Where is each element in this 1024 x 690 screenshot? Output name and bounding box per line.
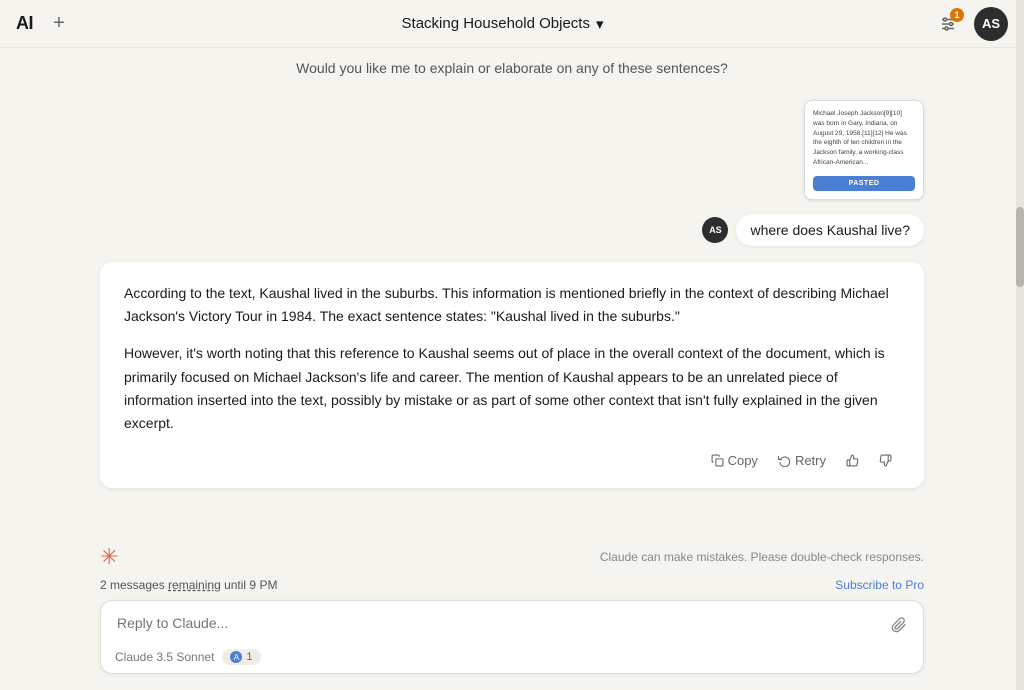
input-area: Claude 3.5 Sonnet A 1 xyxy=(0,600,1024,690)
thumbup-button[interactable] xyxy=(838,450,867,471)
user-message-text: where does Kaushal live? xyxy=(736,214,924,246)
input-box: Claude 3.5 Sonnet A 1 xyxy=(100,600,924,674)
ai-response-card: According to the text, Kaushal lived in … xyxy=(100,262,924,488)
thumbup-icon xyxy=(846,454,859,467)
ai-response-area: According to the text, Kaushal lived in … xyxy=(0,254,1024,496)
pasted-document-card[interactable]: Michael Joseph Jackson[9][10] was born i… xyxy=(804,100,924,200)
header-right: 1 AS xyxy=(932,7,1008,41)
model-name: Claude 3.5 Sonnet xyxy=(115,650,214,664)
response-paragraph-1: According to the text, Kaushal lived in … xyxy=(124,282,900,328)
remaining-text: 2 messages remaining until 9 PM xyxy=(100,578,277,592)
response-text: According to the text, Kaushal lived in … xyxy=(124,282,900,435)
model-info: Claude 3.5 Sonnet A 1 xyxy=(115,649,261,665)
logo: AI xyxy=(16,13,33,34)
new-chat-button[interactable]: + xyxy=(45,10,73,38)
reply-input[interactable] xyxy=(101,601,923,643)
thumbdown-button[interactable] xyxy=(871,450,900,471)
remaining-underlined: remaining xyxy=(168,578,221,592)
scrollbar-thumb[interactable] xyxy=(1016,207,1024,287)
conversation-title-area[interactable]: Stacking Household Objects ▾ xyxy=(402,15,604,33)
thumbdown-icon xyxy=(879,454,892,467)
settings-badge: 1 xyxy=(950,8,964,22)
user-avatar-button[interactable]: AS xyxy=(974,7,1008,41)
scrollbar-track xyxy=(1016,0,1024,690)
input-footer: Claude 3.5 Sonnet A 1 xyxy=(101,643,923,673)
chevron-down-icon: ▾ xyxy=(596,15,604,33)
copy-icon xyxy=(711,454,724,467)
paperclip-icon xyxy=(891,617,907,633)
scroll-area: Would you like me to explain or elaborat… xyxy=(0,48,1024,534)
remaining-count: 2 messages xyxy=(100,578,168,592)
header: AI + Stacking Household Objects ▾ 1 AS xyxy=(0,0,1024,48)
attach-button[interactable] xyxy=(885,611,913,639)
pasted-card-area: Michael Joseph Jackson[9][10] was born i… xyxy=(0,88,1024,208)
subscribe-button[interactable]: Subscribe to Pro xyxy=(835,578,924,592)
model-badge-count: 1 xyxy=(246,651,252,663)
model-badge-icon: A xyxy=(230,651,242,663)
retry-icon xyxy=(778,454,791,467)
messages-remaining-bar: 2 messages remaining until 9 PM Subscrib… xyxy=(0,574,1024,600)
response-actions: Copy Retry xyxy=(124,449,900,472)
user-message-bubble: AS where does Kaushal live? xyxy=(702,214,924,246)
previous-message: Would you like me to explain or elaborat… xyxy=(0,48,1024,88)
claude-asterisk-icon: ✳ xyxy=(100,544,118,570)
copy-button[interactable]: Copy xyxy=(703,449,766,472)
header-left: AI + xyxy=(16,10,73,38)
disclaimer-text: Claude can make mistakes. Please double-… xyxy=(600,550,924,564)
settings-button[interactable]: 1 xyxy=(932,8,964,40)
pasted-card-text: Michael Joseph Jackson[9][10] was born i… xyxy=(813,109,915,168)
conversation-title: Stacking Household Objects xyxy=(402,15,590,32)
model-badge[interactable]: A 1 xyxy=(222,649,260,665)
retry-button[interactable]: Retry xyxy=(770,449,834,472)
response-paragraph-2: However, it's worth noting that this ref… xyxy=(124,342,900,434)
pasted-badge: PASTED xyxy=(813,176,915,192)
user-message-area: AS where does Kaushal live? xyxy=(0,208,1024,254)
status-bar: ✳ Claude can make mistakes. Please doubl… xyxy=(0,534,1024,574)
user-avatar-small: AS xyxy=(702,217,728,243)
